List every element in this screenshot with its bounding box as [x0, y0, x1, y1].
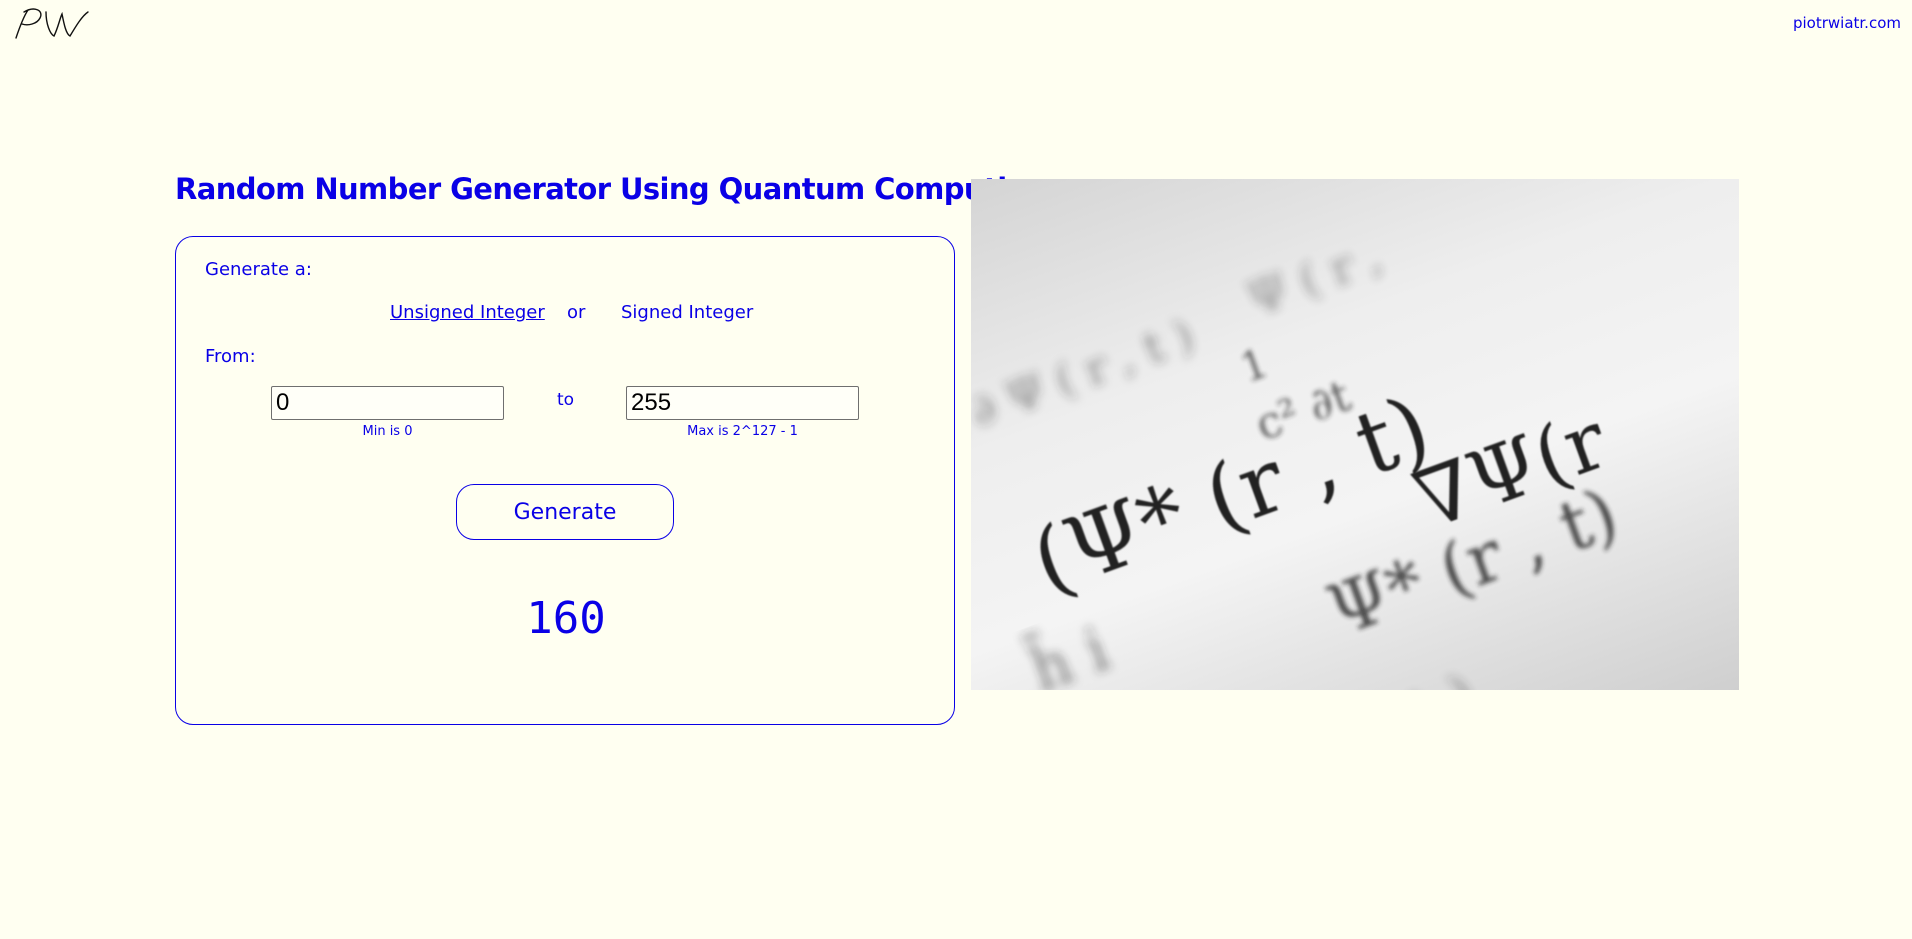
max-hint: Max is 2^127 - 1	[687, 424, 798, 439]
signed-integer-option[interactable]: Signed Integer	[621, 302, 753, 323]
pw-logo-icon[interactable]	[10, 4, 90, 44]
quantum-equation-image: ħ ∂ Ψ ( r , t ) Ψ ( r , 1 c² ∂t (Ψ* (r ,…	[971, 179, 1739, 690]
svg-text:Ψ ( r , t ): Ψ ( r , t )	[1211, 661, 1486, 690]
svg-text:h̄ i: h̄ i	[1020, 611, 1117, 690]
generate-label: Generate a:	[205, 259, 312, 280]
svg-text:Ψ ( r ,: Ψ ( r ,	[1240, 228, 1389, 326]
from-label: From:	[205, 346, 256, 367]
to-input[interactable]	[626, 386, 859, 420]
generate-button[interactable]: Generate	[456, 484, 674, 540]
svg-text:ħ ∂ Ψ ( r , t ): ħ ∂ Ψ ( r , t )	[971, 310, 1200, 452]
or-separator: or	[567, 302, 586, 323]
page-title: Random Number Generator Using Quantum Co…	[175, 172, 1047, 206]
site-link[interactable]: piotrwiatr.com	[1793, 14, 1901, 32]
result-number: 160	[526, 593, 606, 644]
generator-card: Generate a: Unsigned Integer or Signed I…	[175, 236, 955, 725]
unsigned-integer-option[interactable]: Unsigned Integer	[390, 302, 545, 323]
to-label: to	[557, 390, 575, 410]
min-hint: Min is 0	[362, 424, 413, 439]
from-input[interactable]	[271, 386, 504, 420]
svg-text:1: 1	[1235, 340, 1275, 392]
